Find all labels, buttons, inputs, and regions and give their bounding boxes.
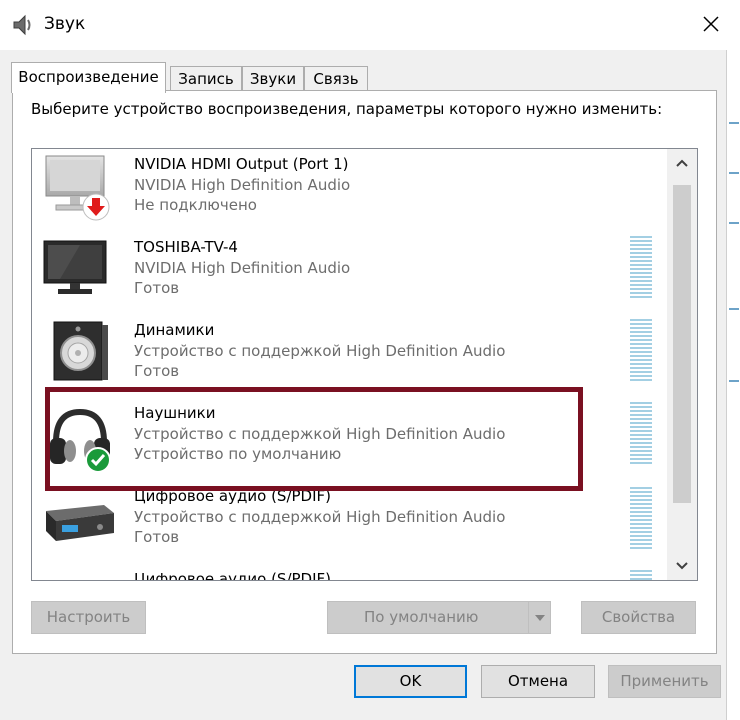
cancel-button[interactable]: Отмена: [481, 665, 595, 698]
tv-icon: [43, 240, 107, 294]
device-name: Наушники: [134, 404, 216, 422]
properties-button[interactable]: Свойства: [581, 601, 696, 634]
device-item-spdif-2[interactable]: Цифровое аудио (S/PDIF): [32, 564, 662, 581]
device-item-toshiba-tv[interactable]: TOSHIBA-TV-4 NVIDIA High Definition Audi…: [32, 232, 662, 315]
configure-button[interactable]: Настроить: [31, 601, 146, 634]
set-default-button[interactable]: По умолчанию: [327, 601, 551, 634]
tab-playback[interactable]: Воспроизведение: [11, 62, 166, 93]
scroll-down-button[interactable]: [667, 552, 697, 580]
sound-dialog: Звук Воспроизведение Запись Звуки Связь …: [0, 0, 740, 720]
set-default-dropdown[interactable]: [528, 602, 550, 633]
instructions-text: Выберите устройство воспроизведения, пар…: [31, 100, 663, 118]
speaker-icon: [53, 321, 108, 381]
chevron-down-icon: [676, 562, 688, 570]
digital-audio-icon: [46, 505, 114, 541]
close-button[interactable]: [688, 4, 734, 44]
set-default-label: По умолчанию: [364, 608, 479, 626]
ok-button[interactable]: OK: [354, 665, 467, 698]
device-driver: NVIDIA High Definition Audio: [134, 176, 351, 194]
device-status: Устройство по умолчанию: [134, 445, 342, 463]
list-scrollbar[interactable]: [667, 149, 697, 580]
volume-meter: [630, 236, 652, 298]
device-name: Цифровое аудио (S/PDIF): [134, 487, 331, 505]
device-status: Готов: [134, 362, 180, 380]
background-window-edge: [726, 50, 740, 720]
tab-sounds[interactable]: Звуки: [242, 66, 304, 92]
speaker-app-icon: [13, 14, 31, 36]
device-name: TOSHIBA-TV-4: [134, 238, 238, 256]
window-title: Звук: [44, 14, 86, 34]
device-name: Динамики: [134, 321, 215, 339]
device-status: Готов: [134, 528, 180, 546]
device-item-headphones[interactable]: Наушники Устройство с поддержкой High De…: [32, 398, 662, 481]
monitor-disconnected-icon: [45, 155, 110, 221]
device-driver: NVIDIA High Definition Audio: [134, 259, 351, 277]
volume-meter: [630, 319, 652, 381]
device-status: Готов: [134, 279, 180, 297]
tab-communications[interactable]: Связь: [304, 66, 368, 92]
apply-button[interactable]: Применить: [608, 665, 721, 698]
device-name: NVIDIA HDMI Output (Port 1): [134, 155, 349, 173]
device-driver: Устройство с поддержкой High Definition …: [134, 425, 506, 443]
device-item-hdmi[interactable]: NVIDIA HDMI Output (Port 1) NVIDIA High …: [32, 149, 662, 232]
headphones-default-icon: [50, 408, 111, 473]
scroll-thumb[interactable]: [673, 185, 691, 503]
chevron-up-icon: [676, 159, 688, 167]
volume-meter: [630, 402, 652, 464]
device-driver: Устройство с поддержкой High Definition …: [134, 342, 506, 360]
device-driver: Устройство с поддержкой High Definition …: [134, 508, 506, 526]
device-item-speakers[interactable]: Динамики Устройство с поддержкой High De…: [32, 315, 662, 398]
device-status: Не подключено: [134, 196, 257, 214]
device-name: Цифровое аудио (S/PDIF): [134, 570, 331, 581]
close-icon: [703, 16, 719, 32]
volume-meter: [630, 487, 652, 549]
device-list[interactable]: NVIDIA HDMI Output (Port 1) NVIDIA High …: [31, 148, 698, 581]
device-item-spdif[interactable]: Цифровое аудио (S/PDIF) Устройство с под…: [32, 481, 662, 564]
tab-recording[interactable]: Запись: [170, 66, 242, 92]
scroll-up-button[interactable]: [667, 149, 697, 177]
title-bar: Звук: [0, 0, 740, 50]
volume-meter: [630, 570, 652, 580]
chevron-down-icon: [534, 614, 545, 621]
